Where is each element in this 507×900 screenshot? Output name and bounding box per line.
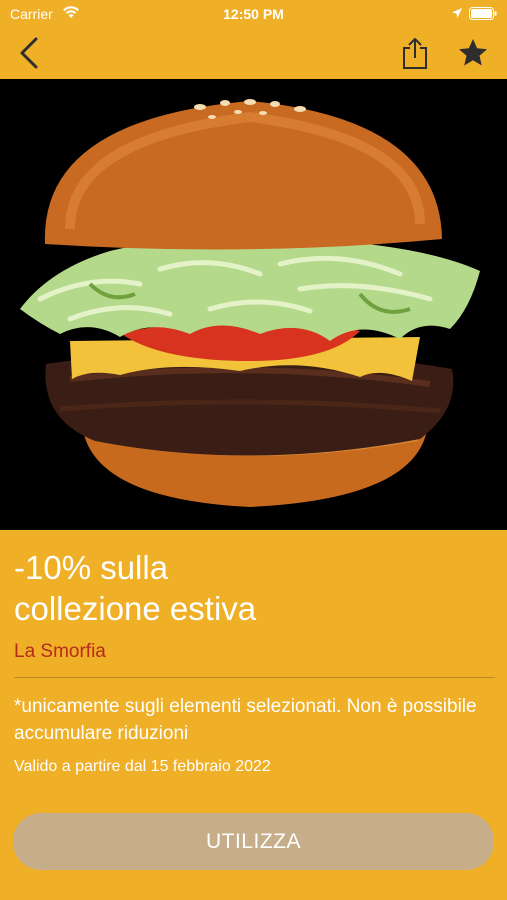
star-icon[interactable] [457,37,489,69]
divider [14,677,495,678]
chevron-left-icon[interactable] [14,36,46,70]
use-offer-button[interactable]: UTILIZZA [13,813,494,870]
offer-title-line1: -10% sulla [14,549,169,586]
battery-icon [469,7,497,23]
offer-details: -10% sulla collezione estiva La Smorfia … [14,530,495,776]
navigation-bar [0,28,507,78]
offer-title-line2: collezione estiva [14,590,257,627]
location-arrow-icon [451,6,463,22]
status-bar: Carrier 12:50 PM [0,0,507,28]
offer-validity: Valido a partire dal 15 febbraio 2022 [14,758,271,775]
offer-title: -10% sulla collezione estiva [14,547,493,629]
share-icon[interactable] [401,36,429,70]
merchant-name[interactable]: La Smorfia [14,641,493,663]
clock: 12:50 PM [223,6,284,22]
offer-image [0,79,507,530]
offer-description: *unicamente sugli elementi selezionati. … [14,696,477,744]
burger-image [0,79,507,530]
